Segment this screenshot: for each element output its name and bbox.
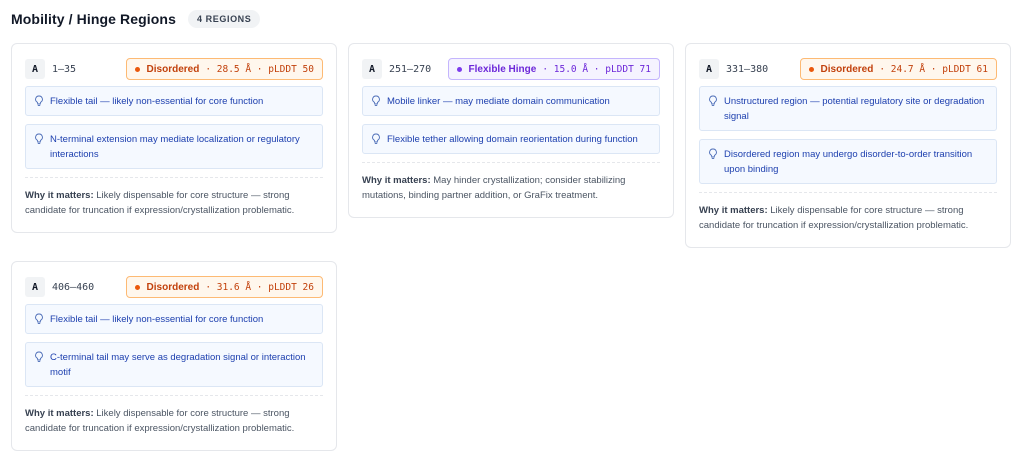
lightbulb-icon: [372, 95, 380, 106]
chain-badge: A: [699, 59, 719, 79]
why-it-matters: Why it matters: May hinder crystallizati…: [362, 163, 660, 217]
note-text: C-terminal tail may serve as degradation…: [50, 352, 306, 378]
insight-note: Unstructured region — potential regulato…: [699, 86, 997, 131]
residue-range: 1–35: [52, 63, 77, 75]
status-dot-icon: [134, 66, 140, 72]
lightbulb-icon: [35, 351, 43, 362]
region-card[interactable]: A 406–460 Disordered · 31.6 Å · pLDDT 26…: [11, 261, 337, 451]
status-label: Flexible Hinge: [468, 63, 537, 75]
chain-badge: A: [25, 59, 45, 79]
status-metrics: · 28.5 Å · pLDDT 50: [205, 63, 314, 75]
residue-range: 406–460: [52, 281, 95, 293]
why-label: Why it matters:: [25, 408, 94, 419]
residue-range: 251–270: [389, 63, 432, 75]
lightbulb-icon: [35, 133, 43, 144]
lightbulb-icon: [709, 148, 717, 159]
why-it-matters: Why it matters: Likely dispensable for c…: [25, 178, 323, 232]
status-label: Disordered: [146, 281, 200, 293]
note-text: Disordered region may undergo disorder-t…: [724, 149, 973, 175]
status-pill: Disordered · 24.7 Å · pLDDT 61: [799, 58, 997, 80]
chain-badge: A: [25, 277, 45, 297]
why-it-matters: Why it matters: Likely dispensable for c…: [25, 396, 323, 450]
note-text: Flexible tether allowing domain reorient…: [387, 134, 638, 145]
status-dot-icon: [456, 66, 462, 72]
status-pill: Flexible Hinge · 15.0 Å · pLDDT 71: [447, 58, 660, 80]
region-count-badge: 4 REGIONS: [187, 10, 261, 28]
insight-note: Flexible tail — likely non-essential for…: [25, 86, 323, 116]
status-metrics: · 15.0 Å · pLDDT 71: [542, 63, 651, 75]
status-metrics: · 24.7 Å · pLDDT 61: [879, 63, 988, 75]
section-header: Mobility / Hinge Regions 4 REGIONS: [11, 10, 261, 28]
why-label: Why it matters:: [362, 175, 431, 186]
lightbulb-icon: [35, 95, 43, 106]
status-dot-icon: [134, 284, 140, 290]
insight-note: Flexible tether allowing domain reorient…: [362, 124, 660, 154]
region-card[interactable]: A 1–35 Disordered · 28.5 Å · pLDDT 50 Fl…: [11, 43, 337, 233]
note-text: Unstructured region — potential regulato…: [724, 96, 985, 122]
region-card[interactable]: A 251–270 Flexible Hinge · 15.0 Å · pLDD…: [348, 43, 674, 218]
note-text: Mobile linker — may mediate domain commu…: [387, 96, 610, 107]
insight-note: C-terminal tail may serve as degradation…: [25, 342, 323, 387]
note-text: Flexible tail — likely non-essential for…: [50, 96, 264, 107]
note-text: Flexible tail — likely non-essential for…: [50, 314, 264, 325]
status-pill: Disordered · 28.5 Å · pLDDT 50: [125, 58, 323, 80]
lightbulb-icon: [709, 95, 717, 106]
why-label: Why it matters:: [25, 190, 94, 201]
status-pill: Disordered · 31.6 Å · pLDDT 26: [125, 276, 323, 298]
chain-badge: A: [362, 59, 382, 79]
region-card[interactable]: A 331–380 Disordered · 24.7 Å · pLDDT 61…: [685, 43, 1011, 248]
status-label: Disordered: [820, 63, 874, 75]
residue-range: 331–380: [726, 63, 769, 75]
insight-note: Flexible tail — likely non-essential for…: [25, 304, 323, 334]
status-label: Disordered: [146, 63, 200, 75]
insight-note: Mobile linker — may mediate domain commu…: [362, 86, 660, 116]
insight-note: Disordered region may undergo disorder-t…: [699, 139, 997, 184]
why-it-matters: Why it matters: Likely dispensable for c…: [699, 193, 997, 247]
why-label: Why it matters:: [699, 205, 768, 216]
section-title: Mobility / Hinge Regions: [11, 11, 176, 27]
status-dot-icon: [808, 66, 814, 72]
lightbulb-icon: [372, 133, 380, 144]
lightbulb-icon: [35, 313, 43, 324]
status-metrics: · 31.6 Å · pLDDT 26: [205, 281, 314, 293]
note-text: N-terminal extension may mediate localiz…: [50, 134, 300, 160]
insight-note: N-terminal extension may mediate localiz…: [25, 124, 323, 169]
